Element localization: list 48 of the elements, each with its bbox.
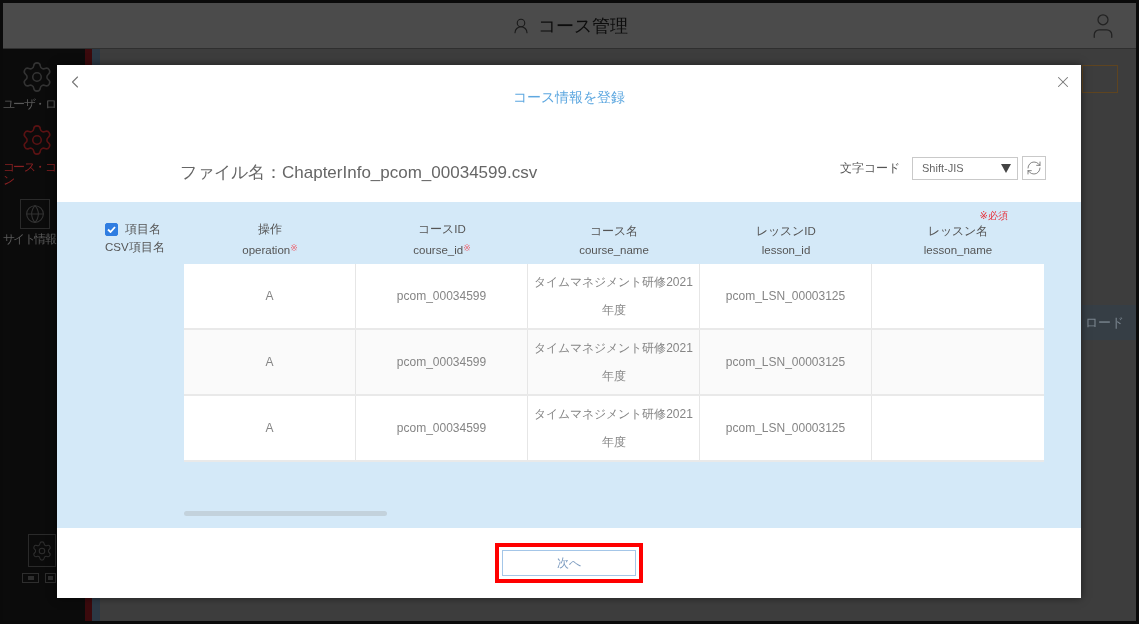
csv-column-name: lesson_name [923, 243, 993, 258]
table-cell: pcom_LSN_00003125 [700, 330, 872, 394]
refresh-icon [1026, 160, 1042, 176]
caret-icon [1001, 163, 1011, 173]
check-icon [107, 225, 116, 233]
required-note: ※必須 [979, 209, 1008, 222]
checkbox-label: 項目名 [125, 222, 161, 237]
person-icon [511, 16, 530, 35]
checkbox[interactable] [105, 222, 118, 236]
gear-icon [20, 123, 54, 157]
column-header: レッスンID [756, 224, 816, 239]
globe-icon [20, 199, 50, 229]
table-cell: A [184, 330, 356, 394]
csv-label: CSV項目名 [105, 240, 165, 255]
table-cell: pcom_00034599 [356, 396, 528, 460]
table-cell: pcom_LSN_00003125 [700, 396, 872, 460]
gear-icon [28, 534, 56, 567]
column-header: コース名 [590, 224, 638, 239]
panel-icon [45, 573, 56, 583]
column-header: 操作 [258, 222, 282, 237]
column-header: コースID [418, 222, 466, 237]
app-title: コース管理 [537, 14, 628, 38]
refresh-button[interactable] [1022, 156, 1046, 180]
file-name: ファイル名：ChapterInfo_pcom_00034599.csv [180, 161, 538, 184]
csv-column-name: course_name [579, 243, 649, 258]
table-cell: A [184, 396, 356, 460]
csv-column-name: course_id$^{※}$ [413, 242, 471, 258]
dialog-title: コース情報を登録 [513, 88, 625, 106]
panel-icon [22, 573, 39, 583]
column-header: レッスン名 [928, 224, 988, 239]
outlined-field[interactable] [1082, 65, 1118, 93]
table-cell: pcom_00034599 [356, 330, 528, 394]
table-cell: タイムマネジメント研修2021年度 [528, 330, 700, 394]
next-button[interactable]: 次へ [502, 550, 636, 576]
table-cell: タイムマネジメント研修2021年度 [528, 264, 700, 328]
sidebar-item[interactable]: ユーザ・ロ [3, 60, 55, 111]
gear-icon [20, 60, 54, 94]
table-cell: A [184, 264, 356, 328]
sidebar-item[interactable]: サイト情報 [3, 199, 55, 246]
sidebar-item[interactable]: コース・コン [3, 123, 58, 187]
encoding-select[interactable]: Shift-JIS [912, 156, 1018, 180]
table-cell: pcom_LSN_00003125 [700, 264, 872, 328]
scrollbar[interactable] [184, 511, 387, 516]
encoding-label: 文字コード [840, 160, 900, 176]
csv-column-name: lesson_id [761, 243, 811, 258]
table-cell: タイムマネジメント研修2021年度 [528, 396, 700, 460]
table-cell: pcom_00034599 [356, 264, 528, 328]
csv-column-name: operation$^{※}$ [242, 242, 298, 258]
